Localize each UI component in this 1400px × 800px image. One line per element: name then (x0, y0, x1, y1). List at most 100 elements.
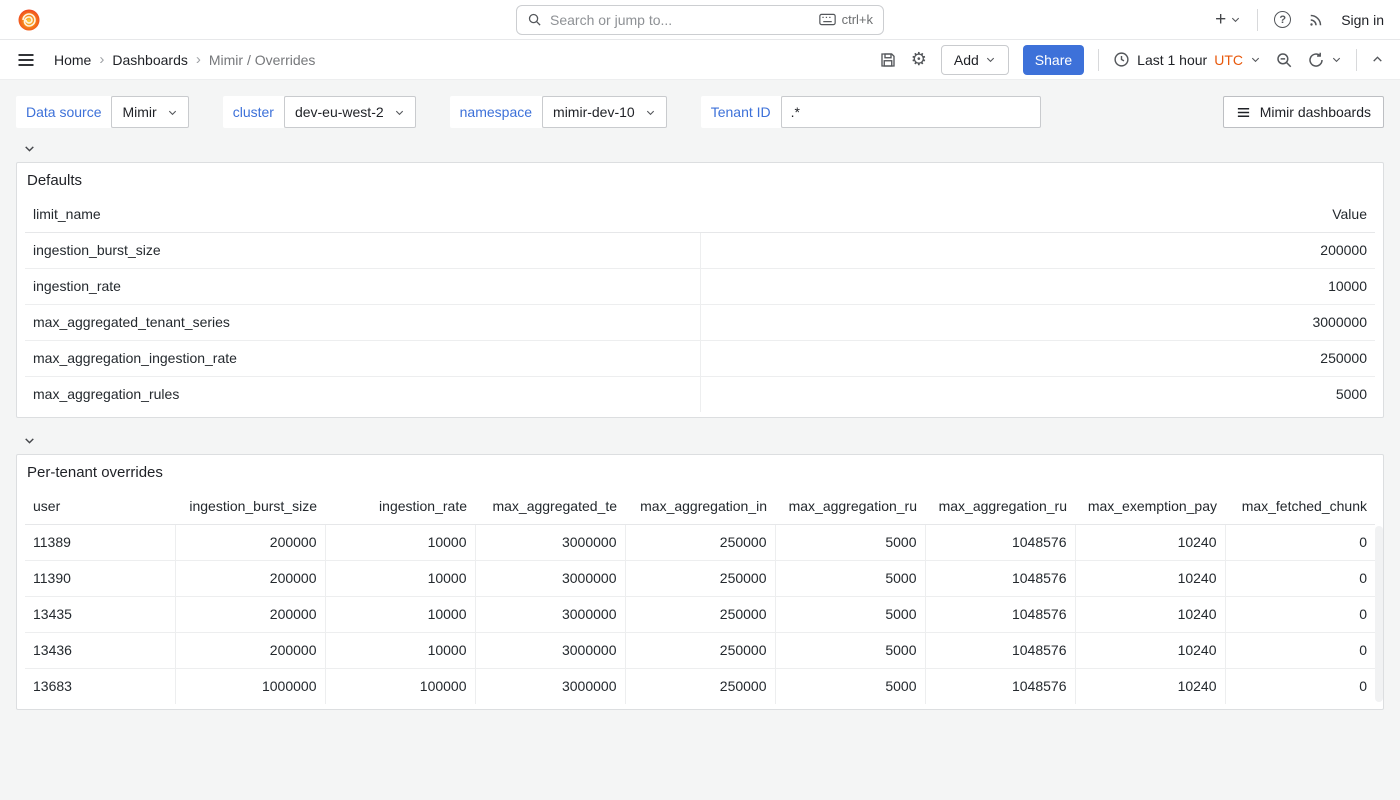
collapse-toolbar-icon[interactable] (1371, 53, 1384, 66)
divider (1356, 49, 1357, 71)
column-header[interactable]: max_aggregation_in (625, 488, 775, 524)
sign-in-link[interactable]: Sign in (1341, 12, 1384, 28)
column-header[interactable]: max_aggregation_ru (775, 488, 925, 524)
table-row: ingestion_burst_size200000 (25, 232, 1375, 268)
table-cell: 5000 (775, 524, 925, 560)
share-button[interactable]: Share (1023, 45, 1084, 75)
cluster-value: dev-eu-west-2 (295, 104, 384, 120)
table-cell: max_aggregation_rules (25, 376, 700, 412)
table-cell: 5000 (775, 596, 925, 632)
help-button[interactable]: ? (1274, 11, 1291, 28)
row-collapse-toggle[interactable] (0, 428, 1400, 452)
table-cell: ingestion_rate (25, 268, 700, 304)
column-header[interactable]: ingestion_burst_size (175, 488, 325, 524)
tenant-id-input[interactable] (781, 96, 1041, 128)
panel-title-defaults[interactable]: Defaults (17, 163, 1383, 196)
add-new-button[interactable]: + (1215, 10, 1241, 29)
breadcrumb-home[interactable]: Home (54, 52, 91, 68)
shortcut-label: ctrl+k (842, 12, 873, 27)
table-cell: 1048576 (925, 668, 1075, 704)
namespace-value: mimir-dev-10 (553, 104, 635, 120)
table-cell: 200000 (175, 560, 325, 596)
column-header[interactable]: max_aggregation_ru (925, 488, 1075, 524)
grafana-logo[interactable] (16, 7, 42, 33)
search-icon (527, 12, 542, 27)
dashboard-variables-row: Data source Mimir cluster dev-eu-west-2 … (0, 80, 1400, 128)
table-cell: max_aggregation_ingestion_rate (25, 340, 700, 376)
table-cell: 0 (1225, 596, 1375, 632)
menu-toggle-icon[interactable] (16, 50, 36, 70)
table-cell: 0 (1225, 632, 1375, 668)
keyboard-shortcut-hint: ctrl+k (819, 12, 873, 27)
divider (1257, 9, 1258, 31)
panel-title-overrides[interactable]: Per-tenant overrides (17, 455, 1383, 488)
overrides-table: useringestion_burst_sizeingestion_ratema… (25, 488, 1375, 704)
table-cell: 1048576 (925, 632, 1075, 668)
column-header[interactable]: limit_name (25, 196, 700, 232)
table-cell: 10000 (325, 596, 475, 632)
zoom-out-time-icon[interactable] (1275, 51, 1293, 69)
breadcrumb: Home › Dashboards › Mimir / Overrides (54, 51, 315, 68)
table-cell: ingestion_burst_size (25, 232, 700, 268)
breadcrumb-current: Mimir / Overrides (209, 52, 316, 68)
column-header[interactable]: user (25, 488, 175, 524)
chevron-down-icon (167, 107, 178, 118)
column-header[interactable]: max_exemption_pay (1075, 488, 1225, 524)
save-dashboard-icon[interactable] (879, 51, 897, 69)
column-header[interactable]: ingestion_rate (325, 488, 475, 524)
data-source-select[interactable]: Mimir (111, 96, 188, 128)
cluster-select[interactable]: dev-eu-west-2 (284, 96, 416, 128)
table-cell: 10240 (1075, 560, 1225, 596)
divider (1098, 49, 1099, 71)
table-cell: 0 (1225, 524, 1375, 560)
search-input[interactable] (550, 12, 811, 28)
table-cell: 3000000 (475, 668, 625, 704)
table-cell: 200000 (175, 632, 325, 668)
table-cell: 10240 (1075, 632, 1225, 668)
variable-tenant-id: Tenant ID (701, 96, 1041, 128)
table-cell: 13683 (25, 668, 175, 704)
clock-icon (1113, 51, 1130, 68)
keyboard-icon (819, 13, 836, 26)
table-cell: 200000 (700, 232, 1375, 268)
column-header[interactable]: max_aggregated_te (475, 488, 625, 524)
mimir-dashboards-button[interactable]: Mimir dashboards (1223, 96, 1384, 128)
table-cell: 0 (1225, 560, 1375, 596)
news-rss-button[interactable] (1307, 11, 1325, 29)
chevron-right-icon: › (196, 51, 201, 68)
time-range-label: Last 1 hour (1137, 52, 1207, 68)
table-cell: 13435 (25, 596, 175, 632)
chevron-down-icon (985, 54, 996, 65)
table-cell: 250000 (700, 340, 1375, 376)
data-source-label: Data source (16, 96, 111, 128)
row-collapse-toggle[interactable] (0, 136, 1400, 160)
table-cell: 200000 (175, 596, 325, 632)
share-label: Share (1035, 52, 1072, 68)
namespace-label: namespace (450, 96, 542, 128)
table-cell: 250000 (625, 524, 775, 560)
plus-icon: + (1215, 10, 1226, 29)
refresh-icon[interactable] (1307, 51, 1325, 69)
column-header[interactable]: Value (700, 196, 1375, 232)
table-cell: 200000 (175, 524, 325, 560)
table-row: 1139020000010000300000025000050001048576… (25, 560, 1375, 596)
time-range-picker[interactable]: Last 1 hour UTC (1113, 51, 1261, 68)
chevron-down-icon (645, 107, 656, 118)
tenant-id-label: Tenant ID (701, 96, 781, 128)
cluster-label: cluster (223, 96, 284, 128)
column-header[interactable]: max_fetched_chunk (1225, 488, 1375, 524)
namespace-select[interactable]: mimir-dev-10 (542, 96, 667, 128)
table-scrollbar[interactable] (1375, 526, 1383, 702)
search-box[interactable]: ctrl+k (516, 5, 884, 35)
chevron-down-icon (394, 107, 405, 118)
table-cell: 3000000 (700, 304, 1375, 340)
refresh-interval-dropdown-icon[interactable] (1331, 54, 1342, 65)
per-tenant-overrides-panel: Per-tenant overrides useringestion_burst… (16, 454, 1384, 710)
dashboard-settings-icon[interactable]: ⚙ (911, 51, 927, 69)
chevron-down-icon (23, 434, 36, 447)
list-icon (1236, 105, 1251, 120)
table-cell: 10000 (325, 560, 475, 596)
add-panel-button[interactable]: Add (941, 45, 1009, 75)
breadcrumb-dashboards[interactable]: Dashboards (112, 52, 188, 68)
table-cell: 10000 (325, 632, 475, 668)
